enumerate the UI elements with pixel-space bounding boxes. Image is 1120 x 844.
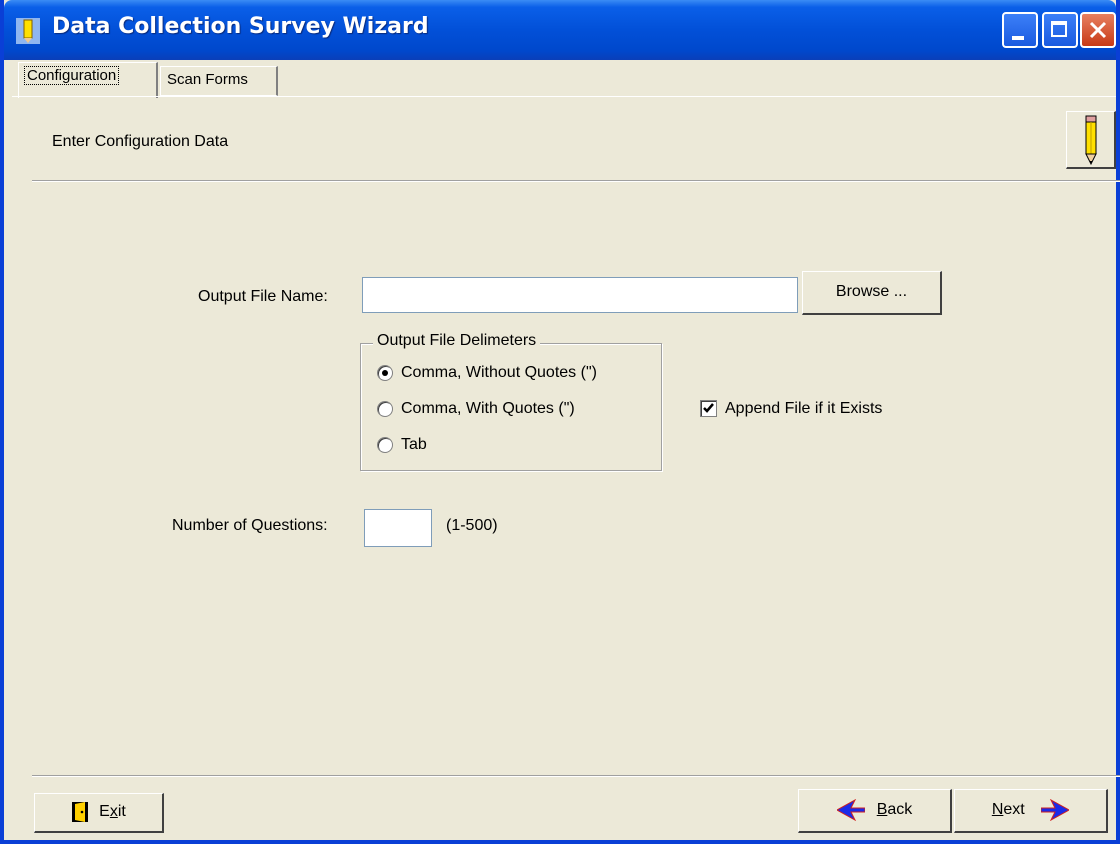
tab-scan-forms[interactable]: Scan Forms: [160, 66, 278, 96]
minimize-icon: [1012, 36, 1024, 40]
radio-label: Comma, Without Quotes ("): [401, 364, 597, 381]
configuration-panel: Enter Configuration Data Output File Nam…: [12, 96, 1120, 837]
output-file-input[interactable]: [362, 277, 798, 313]
back-arrow-icon: [835, 798, 866, 821]
append-file-label: Append File if it Exists: [725, 400, 883, 417]
browse-button[interactable]: Browse ...: [802, 271, 942, 315]
output-file-label: Output File Name:: [198, 288, 328, 305]
tab-strip: Configuration Scan Forms: [12, 62, 1116, 98]
back-button[interactable]: Back: [798, 789, 952, 833]
radio-icon: [377, 400, 393, 417]
tab-scan-forms-label: Scan Forms: [167, 71, 248, 88]
questions-label: Number of Questions:: [172, 517, 328, 534]
radio-label: Comma, With Quotes ("): [401, 400, 575, 417]
questions-input[interactable]: [364, 509, 432, 547]
browse-button-label: Browse ...: [835, 283, 908, 300]
tab-configuration[interactable]: Configuration: [18, 62, 158, 98]
radio-label: Tab: [401, 436, 427, 453]
append-file-checkbox[interactable]: Append File if it Exists: [700, 400, 882, 418]
radio-comma-without-quotes[interactable]: Comma, Without Quotes ("): [377, 364, 597, 382]
close-icon: [1089, 21, 1107, 39]
checkbox-checked-icon: [700, 400, 717, 418]
page-title: Enter Configuration Data: [52, 133, 229, 150]
questions-range: (1-500): [446, 517, 498, 534]
radio-icon: [377, 436, 393, 453]
maximize-button[interactable]: [1042, 12, 1078, 48]
radio-tab[interactable]: Tab: [377, 436, 427, 454]
exit-door-icon: [72, 801, 89, 822]
delimiters-legend: Output File Delimeters: [373, 332, 541, 350]
minimize-button[interactable]: [1002, 12, 1038, 48]
radio-comma-with-quotes[interactable]: Comma, With Quotes ("): [377, 400, 575, 418]
maximize-icon: [1051, 21, 1067, 37]
tab-configuration-label: Configuration: [23, 66, 120, 85]
pencil-button[interactable]: [1066, 111, 1116, 169]
close-button[interactable]: [1080, 12, 1116, 48]
next-button[interactable]: Next: [954, 789, 1108, 833]
window-title: Data Collection Survey Wizard: [52, 14, 429, 39]
exit-button[interactable]: Exit: [34, 793, 164, 833]
app-window: Data Collection Survey Wizard Configurat…: [0, 0, 1120, 844]
next-arrow-icon: [1040, 798, 1071, 821]
footer-separator: [32, 775, 1120, 777]
pencil-icon: [1085, 115, 1097, 166]
header-separator: [32, 180, 1120, 182]
title-bar[interactable]: Data Collection Survey Wizard: [4, 0, 1116, 60]
app-pencil-icon: [16, 18, 40, 44]
delimiters-groupbox: Output File Delimeters Comma, Without Qu…: [360, 332, 662, 471]
radio-selected-icon: [377, 364, 393, 381]
